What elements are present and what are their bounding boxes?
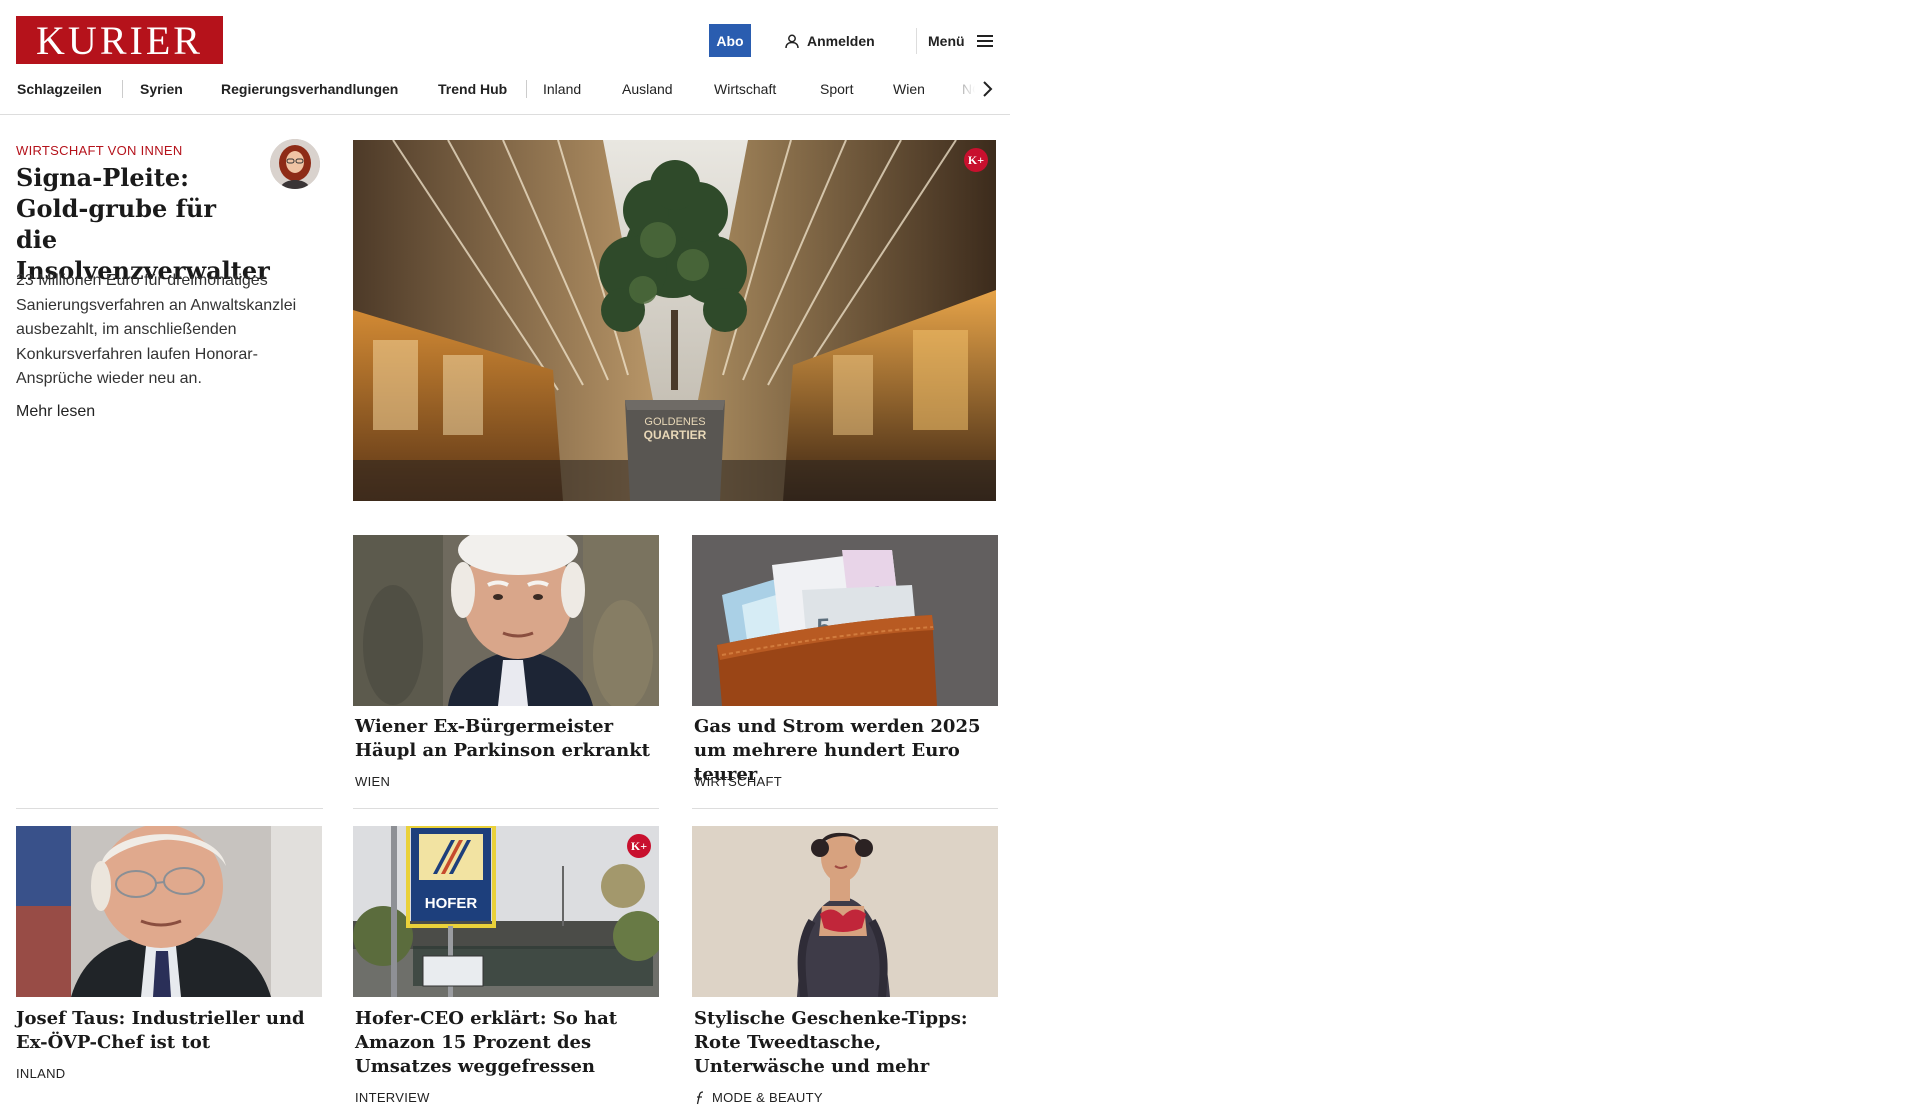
nav-item-regierungsverhandlungen[interactable]: Regierungsverhandlungen [221,78,398,100]
row-divider [692,808,998,809]
lead-teaser: 23 Millionen Euro für dreimonatiges Sani… [16,272,297,387]
article-image-hofer[interactable]: HOFER K+ [353,826,659,997]
nav-item-wien[interactable]: Wien [893,78,925,100]
login-button[interactable]: Anmelden [785,28,875,54]
row-divider [16,808,323,809]
article-headline-geschenke[interactable]: Stylische Geschenke-Tipps: Rote Tweedtas… [694,1007,1000,1079]
article-category-wien[interactable]: WIEN [355,774,390,789]
abo-button[interactable]: Abo [709,24,751,57]
nav-item-wirtschaft[interactable]: Wirtschaft [714,78,776,100]
kurier-homepage: KURIER Abo Anmelden Menü Schlagzeilen Sy… [0,0,1010,1105]
nav-item-trend-hub[interactable]: Trend Hub [438,78,507,100]
chevron-right-icon[interactable] [978,78,998,100]
article-image-taus[interactable] [16,826,322,997]
kurier-logo[interactable]: KURIER [16,16,223,64]
planter-sign-line2: QUARTIER [644,428,707,442]
lead-kicker[interactable]: WIRTSCHAFT VON INNEN [16,143,183,158]
nav-fade [940,78,1010,104]
article-category-mode-beauty[interactable]: MODE & BEAUTY [694,1090,823,1105]
nav-item-ausland[interactable]: Ausland [622,78,673,100]
row-divider [353,808,659,809]
article-category-interview[interactable]: INTERVIEW [355,1090,430,1105]
author-avatar [270,139,320,189]
hamburger-icon [976,35,993,47]
article-image-geschenke[interactable] [692,826,998,997]
lead-headline[interactable]: Signa-Pleite: Gold-grube für die Insolve… [16,162,270,286]
nav-separator [122,80,123,98]
menu-label: Menü [928,33,965,49]
nav-item-sport[interactable]: Sport [820,78,853,100]
category-label: MODE & BEAUTY [712,1090,823,1105]
login-label: Anmelden [807,33,875,49]
hofer-sign-text: HOFER [425,895,478,912]
article-category-wirtschaft[interactable]: WIRTSCHAFT [694,774,782,789]
lead-image[interactable]: GOLDENES QUARTIER K+ [353,140,996,501]
nav-item-inland[interactable]: Inland [543,78,581,100]
article-headline-taus[interactable]: Josef Taus: Industrieller und Ex-ÖVP-Che… [16,1007,322,1055]
style-f-icon [696,1090,704,1104]
nav-separator [526,80,527,98]
header-divider [916,28,917,54]
article-category-inland[interactable]: INLAND [16,1066,65,1081]
article-image-haeupl[interactable] [353,535,659,706]
article-headline-hofer[interactable]: Hofer-CEO erklärt: So hat Amazon 15 Proz… [355,1007,661,1079]
planter-sign-line1: GOLDENES [644,416,705,428]
section-navigation: Schlagzeilen Syrien Regierungsverhandlun… [0,78,1010,115]
article-headline-haeupl[interactable]: Wiener Ex-Bürgermeister Häupl an Parkins… [355,715,661,763]
menu-button[interactable]: Menü [928,28,993,54]
kplus-badge: K+ [964,148,988,172]
user-icon [785,34,799,48]
article-image-geld[interactable]: 100 5 20 [692,535,998,706]
kplus-badge: K+ [627,834,651,858]
nav-item-schlagzeilen[interactable]: Schlagzeilen [17,78,102,100]
read-more-link[interactable]: Mehr lesen [16,403,95,421]
nav-item-syrien[interactable]: Syrien [140,78,183,100]
